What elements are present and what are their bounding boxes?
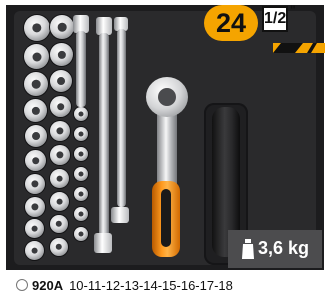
- socket: [50, 169, 69, 188]
- socket: [50, 145, 70, 165]
- socket: [50, 43, 73, 66]
- socket: [50, 96, 71, 117]
- tool-tray: [14, 11, 316, 265]
- universal-joint: [111, 207, 129, 223]
- ratchet-head: [146, 77, 188, 117]
- socket: [24, 99, 47, 122]
- brand-stripe-icon: [273, 43, 325, 53]
- socket: [74, 147, 88, 161]
- socket: [50, 215, 68, 233]
- socket: [74, 107, 88, 121]
- socket: [74, 127, 88, 141]
- socket-icon: [16, 279, 28, 291]
- socket: [24, 72, 48, 96]
- socket: [25, 197, 45, 217]
- socket: [24, 44, 49, 69]
- socket: [74, 167, 88, 181]
- extension-bar: [76, 31, 86, 107]
- extension-bar: [99, 33, 109, 245]
- weight-icon: [242, 239, 254, 259]
- drive-size-symbol: ": [290, 3, 296, 17]
- adapter: [94, 233, 112, 253]
- socket: [50, 238, 68, 256]
- socket: [74, 227, 88, 241]
- ratchet-handle: [152, 181, 180, 257]
- socket: [25, 125, 47, 147]
- weight-value: 3,6 kg: [258, 238, 310, 258]
- piece-count-badge: 24: [204, 5, 258, 41]
- socket: [74, 187, 88, 201]
- socket: [25, 219, 44, 238]
- socket: [24, 15, 50, 41]
- socket: [25, 174, 45, 194]
- socket: [74, 207, 88, 221]
- socket: [50, 70, 72, 92]
- socket: [50, 121, 70, 141]
- socket: [50, 192, 69, 211]
- socket: [50, 15, 74, 39]
- weight-badge: 3,6 kg: [228, 230, 322, 268]
- socket: [25, 241, 44, 260]
- drive-size-badge: 1/2: [262, 6, 288, 32]
- socket: [25, 150, 46, 171]
- extension-bar: [117, 29, 126, 207]
